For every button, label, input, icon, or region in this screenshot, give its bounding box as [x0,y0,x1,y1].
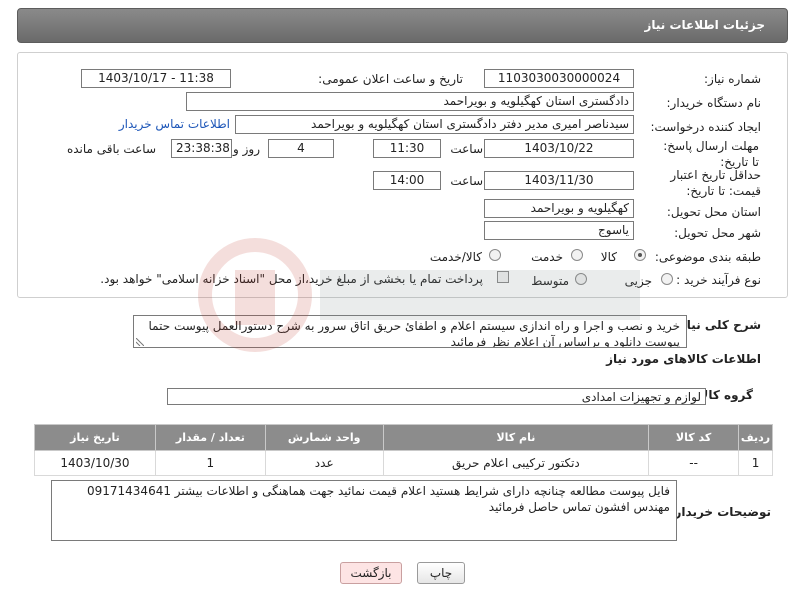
category-option-goods-service: کالا/خدمت [429,250,482,264]
summary-textarea[interactable]: خرید و نصب و اجرا و راه اندازی سیستم اعل… [133,315,687,348]
back-button[interactable]: بازگشت [340,562,402,584]
price-date-field: 1403/11/30 [484,171,634,190]
price-time-field: 14:00 [373,171,441,190]
process-option-medium: متوسط [531,274,569,288]
process-radio-medium[interactable] [575,273,587,285]
reply-time-field: 11:30 [373,139,441,158]
goods-group-field: لوازم و تجهیزات امدادی [167,388,706,405]
process-label: نوع فرآیند خرید : [676,273,761,287]
category-option-service: خدمت [531,250,563,264]
need-number-label: شماره نیاز: [704,72,761,86]
buyer-notes-textarea[interactable]: فایل پیوست مطالعه چنانچه دارای شرایط هست… [51,480,677,541]
process-option-minor: جزیی [624,274,652,288]
reply-time-label: ساعت [450,142,483,156]
announce-datetime-field: 1403/10/17 - 11:38 [81,69,231,88]
page-header: جزئیات اطلاعات نیاز [17,8,788,43]
cell-quantity: 1 [154,450,266,476]
summary-resize-grip[interactable] [136,338,144,346]
col-need-date: تاریخ نیاز [34,424,156,451]
city-field: یاسوج [484,221,634,240]
cell-need-date: 1403/10/30 [34,450,156,476]
col-item-name: نام کالا [382,424,650,451]
table-row: 1 -- دتکتور ترکیبی اعلام حریق عدد 1 1403… [34,450,773,476]
cell-item-code: -- [648,450,740,476]
announce-datetime-label: تاریخ و ساعت اعلان عمومی: [318,72,463,86]
reply-deadline-label: مهلت ارسال پاسخ: تا تاریخ: [663,139,759,169]
buyer-org-label: نام دستگاه خریدار: [666,96,762,110]
creator-field: سیدناصر امیری مدیر دفتر دادگستری استان ک… [235,115,634,134]
treasury-payment-note: پرداخت تمام یا بخشی از مبلغ خرید،از محل … [100,272,483,286]
need-number-field: 1103030030000024 [484,69,634,88]
price-time-label: ساعت [450,174,483,188]
price-validity-label: حداقل تاریخ اعتبار قیمت: تا تاریخ: [670,168,761,198]
buyer-notes-line-1: فایل پیوست مطالعه چنانچه دارای شرایط هست… [86,484,670,498]
province-field: کهگیلویه و بویراحمد [484,199,634,218]
buyer-notes-label: توضیحات خریدار: [669,505,771,519]
buyer-notes-line-2: مهندس افشون تماس حاصل فرمائید [488,500,670,514]
days-remaining-field: 4 [268,139,334,158]
city-label: شهر محل تحویل: [674,226,761,240]
category-label: طبقه بندی موضوعی: [654,250,761,264]
goods-table-header: ردیف کد کالا نام کالا واحد شمارش تعداد /… [34,424,773,451]
col-unit: واحد شمارش [264,424,384,451]
page-title: جزئیات اطلاعات نیاز [644,18,765,32]
category-radio-service[interactable] [571,249,583,261]
category-radio-goods-service[interactable] [489,249,501,261]
cell-unit: عدد [264,450,384,476]
category-radio-goods[interactable] [634,249,646,261]
cell-item-name: دتکتور ترکیبی اعلام حریق [382,450,650,476]
col-row-number: ردیف [738,424,773,451]
remaining-time-label: ساعت باقی مانده [66,142,156,156]
days-label: روز و [233,142,260,156]
summary-label: شرح کلی نیاز: [675,318,761,332]
goods-section-title: اطلاعات کالاهای مورد نیاز [606,352,761,366]
col-item-code: کد کالا [648,424,740,451]
province-label: استان محل تحویل: [666,205,761,219]
creator-label: ایجاد کننده درخواست: [650,120,761,134]
print-button[interactable]: چاپ [417,562,465,584]
buyer-contact-link[interactable]: اطلاعات تماس خریدار [119,117,230,131]
category-option-goods: کالا [600,250,617,264]
buyer-org-field: دادگستری استان کهگیلویه و بویراحمد [186,92,634,111]
cell-row-number: 1 [738,450,773,476]
process-radio-minor[interactable] [661,273,673,285]
treasury-payment-checkbox[interactable] [497,271,509,283]
remaining-time-field: 23:38:38 [171,139,232,158]
reply-date-field: 1403/10/22 [484,139,634,158]
col-quantity: تعداد / مقدار [154,424,266,451]
goods-table: ردیف کد کالا نام کالا واحد شمارش تعداد /… [34,424,773,476]
